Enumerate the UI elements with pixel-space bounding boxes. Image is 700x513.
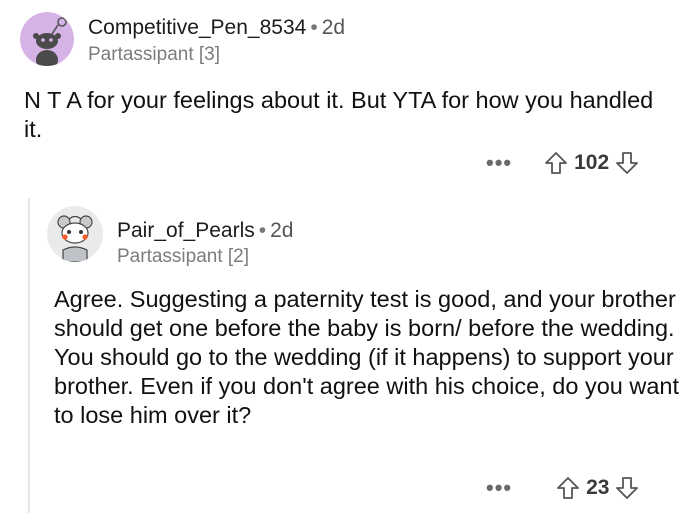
user-flair: Partassipant [3] (88, 44, 221, 65)
username-text[interactable]: Competitive_Pen_8534 (88, 16, 306, 39)
separator-dot: • (310, 16, 318, 39)
more-options-icon[interactable]: ••• (486, 152, 512, 174)
snoo-avatar-icon (20, 12, 74, 66)
vote-score: 23 (586, 476, 610, 499)
comment-actions: ••• 102 (486, 148, 639, 178)
vote-score: 102 (574, 151, 610, 174)
downvote-arrow-icon[interactable] (615, 151, 639, 175)
comment-body: N T A for your feelings about it. But YT… (24, 87, 654, 142)
comment-body: Agree. Suggesting a paternity test is go… (54, 286, 679, 428)
avatar[interactable] (20, 12, 74, 66)
comment-username[interactable]: Pair_of_Pearls • 2d (117, 219, 293, 243)
upvote-arrow-icon[interactable] (556, 476, 580, 500)
thread-line[interactable] (28, 198, 30, 513)
comment-age: 2d (270, 219, 294, 242)
username-text[interactable]: Pair_of_Pearls (117, 219, 255, 242)
user-flair: Partassipant [2] (117, 246, 250, 267)
more-options-icon[interactable]: ••• (486, 477, 512, 499)
separator-dot: • (258, 219, 267, 242)
snoo-avatar-icon (47, 206, 103, 262)
comment-age: 2d (321, 16, 346, 39)
upvote-arrow-icon[interactable] (544, 151, 568, 175)
comment-username[interactable]: Competitive_Pen_8534 • 2d (88, 16, 345, 40)
downvote-arrow-icon[interactable] (615, 476, 639, 500)
avatar[interactable] (47, 206, 103, 262)
comment-actions: ••• 23 (486, 473, 639, 503)
